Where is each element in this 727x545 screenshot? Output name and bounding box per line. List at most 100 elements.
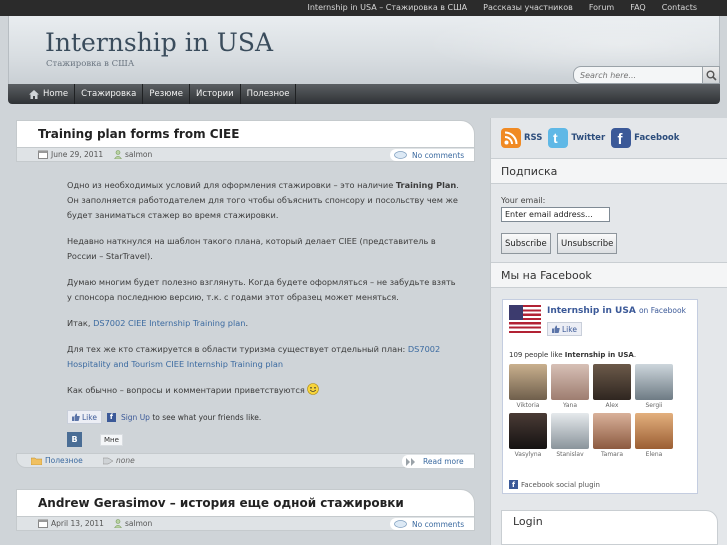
vk-like-button[interactable]: Мне (100, 433, 123, 446)
nav-item-internship[interactable]: Стажировка (75, 84, 144, 104)
read-more-label: Read more (423, 457, 464, 466)
search-icon (706, 70, 717, 81)
fb-faces-grid: Viktoria Yana Alex Sergii Vasylyna Stani… (509, 364, 675, 458)
top-nav-forum[interactable]: Forum (581, 3, 622, 12)
home-icon (29, 89, 39, 99)
facebook-like-button[interactable]: Like (67, 410, 102, 424)
post-title-box: Training plan forms from CIEE (16, 120, 475, 148)
nav-item-useful[interactable]: Полезное (241, 84, 297, 104)
facebook-like-box: Internship in USA on Facebook Like 109 p… (502, 299, 698, 494)
facebook-link[interactable]: f Facebook (611, 128, 679, 148)
avatar (509, 413, 547, 449)
comment-icon (394, 150, 407, 159)
top-bar: Internship in USA – Стажировка в США Рас… (0, 0, 727, 16)
vk-icon[interactable]: В (67, 432, 82, 447)
fb-face[interactable]: Sergii (635, 364, 675, 409)
fb-face[interactable]: Elena (635, 413, 675, 458)
tag-icon (103, 457, 113, 464)
training-plan-link[interactable]: DS7002 CIEE Internship Training plan (93, 318, 245, 328)
fb-face[interactable]: Vasylyna (509, 413, 549, 458)
post-paragraph: Думаю многим будет полезно взглянуть. Ко… (67, 277, 456, 302)
facebook-icon: f (611, 128, 632, 148)
login-heading: Login (513, 515, 543, 528)
like-label: Like (82, 412, 97, 422)
facebook-icon: f (509, 480, 518, 489)
post-author: salmon (114, 519, 152, 528)
avatar (635, 364, 673, 400)
folder-icon (31, 457, 42, 465)
search-button[interactable] (703, 66, 720, 84)
post-meta: June 29, 2011 salmon No comments (16, 148, 475, 162)
comments-link[interactable]: No comments (390, 518, 474, 530)
calendar-icon (38, 150, 48, 159)
post-author-text[interactable]: salmon (125, 519, 152, 528)
unsubscribe-button[interactable]: Unsubscribe (557, 233, 618, 254)
post-date: April 13, 2011 (38, 519, 104, 528)
subscribe-heading: Подписка (491, 158, 727, 184)
post-title[interactable]: Andrew Gerasimov – история еще одной ста… (38, 496, 404, 510)
nav-item-resume[interactable]: Резюме (143, 84, 191, 104)
site-header: Internship in USA Стажировка в США (8, 16, 720, 85)
thumbs-up-icon (552, 325, 560, 333)
avatar (551, 364, 589, 400)
post-title[interactable]: Training plan forms from CIEE (38, 127, 239, 141)
fb-page-like-button[interactable]: Like (547, 322, 582, 336)
post-author: salmon (114, 150, 152, 159)
post-paragraph: Итак, DS7002 CIEE Internship Training pl… (67, 318, 249, 328)
category-link[interactable]: Полезное (45, 456, 83, 465)
site-title[interactable]: Internship in USA (45, 28, 273, 57)
sidebar: RSS t Twitter f Facebook Подписка Your e… (490, 118, 727, 545)
fb-signup-text: Sign Up to see what your friends like. (120, 412, 262, 422)
rss-icon (501, 128, 521, 148)
post-date-text: June 29, 2011 (51, 150, 104, 159)
avatar (551, 413, 589, 449)
top-nav-home[interactable]: Internship in USA – Стажировка в США (300, 3, 476, 12)
search-input[interactable] (573, 66, 703, 84)
comments-link[interactable]: No comments (390, 149, 474, 161)
post-author-text[interactable]: salmon (125, 150, 152, 159)
subscribe-button[interactable]: Subscribe (501, 233, 551, 254)
post-paragraph: Недавно наткнулся на шаблон такого плана… (67, 236, 436, 261)
top-nav: Internship in USA – Стажировка в США Рас… (300, 3, 706, 12)
twitter-link[interactable]: t Twitter (548, 128, 605, 148)
email-field[interactable] (501, 207, 610, 222)
fb-face[interactable]: Viktoria (509, 364, 549, 409)
login-box: Login (501, 510, 718, 545)
fb-on-text: on Facebook (638, 306, 686, 315)
avatar (509, 364, 547, 400)
fb-page-link[interactable]: Internship in USA (547, 306, 636, 316)
thumbs-up-icon (72, 413, 80, 421)
nav-item-label: Home (43, 89, 69, 99)
avatar (635, 413, 673, 449)
vk-like-row: В Мне (67, 432, 123, 447)
email-label: Your email: (501, 196, 546, 205)
read-more-button[interactable]: Read more (402, 455, 474, 468)
fb-face[interactable]: Tamara (593, 413, 633, 458)
us-flag-avatar (509, 305, 541, 333)
fb-plugin-text[interactable]: Facebook social plugin (521, 481, 600, 489)
search-form (573, 66, 720, 84)
post-tags: none (103, 456, 135, 465)
comments-text: No comments (412, 150, 465, 160)
fb-face[interactable]: Alex (593, 364, 633, 409)
fb-face[interactable]: Yana (551, 364, 591, 409)
post-date-text: April 13, 2011 (51, 519, 104, 528)
top-nav-contacts[interactable]: Contacts (654, 3, 705, 12)
comments-text: No comments (412, 519, 465, 529)
top-nav-faq[interactable]: FAQ (622, 3, 654, 12)
rss-link[interactable]: RSS (501, 128, 542, 148)
tags-text: none (116, 456, 135, 465)
fb-signup-link[interactable]: Sign Up (121, 413, 150, 422)
comment-icon (394, 519, 407, 528)
double-chevron-icon (406, 457, 415, 466)
avatar (593, 413, 631, 449)
fb-face[interactable]: Stanislav (551, 413, 591, 458)
post-footer: Полезное none Read more (16, 453, 475, 468)
top-nav-stories[interactable]: Рассказы участников (475, 3, 581, 12)
post-paragraph: Одно из необходимых условий для оформлен… (67, 180, 459, 220)
nav-item-home[interactable]: Home (22, 84, 76, 104)
nav-item-stories[interactable]: Истории (190, 84, 241, 104)
post-paragraph: Как обычно – вопросы и комментарии приве… (67, 383, 459, 398)
svg-text:t: t (553, 130, 558, 146)
rss-label: RSS (524, 133, 543, 143)
